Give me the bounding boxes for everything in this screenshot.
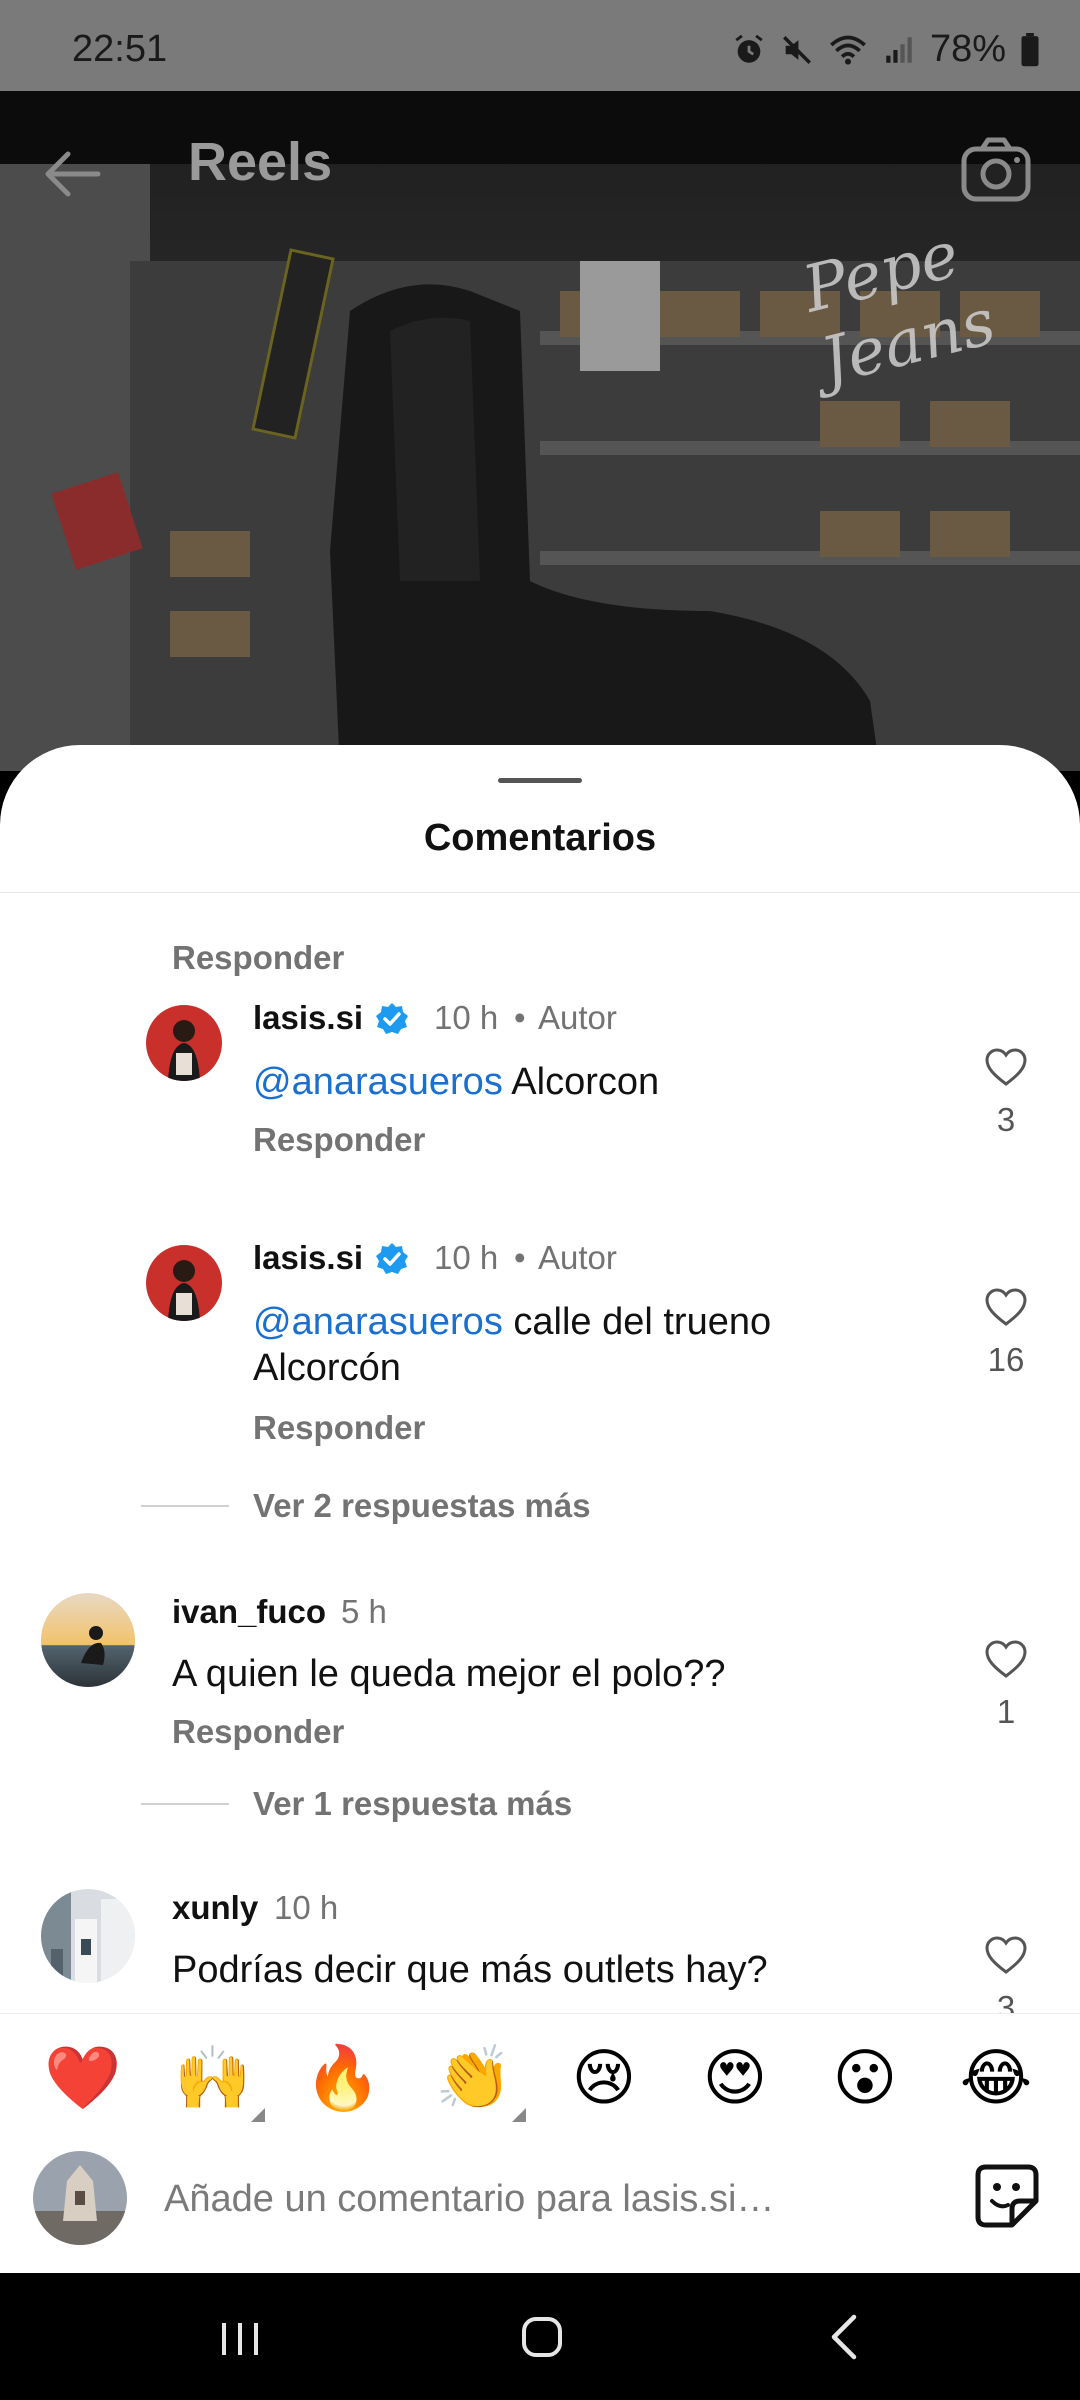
mention-link[interactable]: @anarasueros — [253, 1301, 503, 1343]
like-count: 3 — [996, 1101, 1016, 1138]
clapping-hands-emoji-glyph: 👏 — [435, 2041, 513, 2114]
back-nav-icon[interactable] — [806, 2305, 886, 2369]
fire-emoji[interactable]: 🔥 — [303, 2038, 383, 2118]
reels-header: Reels — [0, 91, 1080, 241]
heart-icon[interactable] — [984, 1287, 1028, 1327]
recent-apps-icon[interactable] — [200, 2305, 280, 2369]
page-title: Reels — [188, 132, 333, 192]
heart-icon[interactable] — [984, 1639, 1028, 1679]
comment-time: 10 h — [434, 1239, 499, 1276]
system-nav-bar — [0, 2273, 1080, 2400]
red-heart-emoji[interactable]: ❤️ — [43, 2038, 123, 2118]
meta-dot: • — [514, 1239, 526, 1276]
heart-icon[interactable] — [984, 1935, 1028, 1975]
comment-username[interactable]: ivan_fuco — [172, 1593, 326, 1631]
skin-tone-indicator-icon — [512, 2108, 526, 2122]
camera-icon[interactable] — [956, 131, 1036, 211]
comment-username[interactable]: lasis.si — [253, 1239, 363, 1277]
store-pillar — [0, 164, 150, 771]
comment-text: A quien le queda mejor el polo?? — [172, 1653, 726, 1695]
thread-line — [141, 1505, 229, 1507]
comment-time: 10 h — [274, 1889, 339, 1926]
quick-reactions-bar: ❤️ 🙌 🔥 👏 😢 😍 😮 😂 — [0, 2013, 1080, 2144]
raising-hands-emoji[interactable]: 🙌 — [173, 2038, 265, 2122]
reply-button[interactable]: Responder — [172, 939, 344, 977]
signal-icon — [886, 36, 912, 63]
avatar[interactable] — [41, 1889, 135, 1983]
meta-dot: • — [514, 999, 526, 1036]
sticker-icon[interactable] — [972, 2161, 1042, 2231]
comment-body: Alcorcon — [502, 1061, 660, 1103]
alarm-icon — [735, 34, 763, 63]
back-arrow-icon[interactable] — [38, 139, 108, 209]
mention-link[interactable]: @anarasueros — [253, 1061, 503, 1103]
comment-input[interactable] — [164, 2169, 814, 2229]
skin-tone-indicator-icon — [251, 2108, 265, 2122]
comment-username[interactable]: lasis.si — [253, 999, 363, 1037]
author-label: Autor — [538, 999, 617, 1036]
drag-handle[interactable] — [498, 778, 582, 783]
view-more-replies[interactable]: Ver 1 respuesta más — [253, 1785, 572, 1823]
thread-line — [141, 1803, 229, 1805]
clapping-hands-emoji[interactable]: 👏 — [434, 2038, 526, 2122]
avatar[interactable] — [41, 1593, 135, 1687]
status-bar: 22:51 78% — [0, 0, 1080, 91]
status-icons: 78% — [732, 28, 1040, 71]
like-count: 16 — [987, 1341, 1025, 1378]
home-icon[interactable] — [502, 2305, 582, 2369]
surprised-face-emoji[interactable]: 😮 — [825, 2038, 905, 2118]
avatar[interactable] — [146, 1245, 222, 1321]
like-count: 1 — [996, 1693, 1016, 1730]
shoe-box — [170, 611, 250, 657]
status-time: 22:51 — [72, 28, 168, 70]
shoe-box — [170, 531, 250, 577]
comment-composer — [0, 2143, 1080, 2273]
reply-button[interactable]: Responder — [253, 1121, 425, 1159]
raising-hands-emoji-glyph: 🙌 — [174, 2041, 252, 2114]
comment-username[interactable]: xunly — [172, 1889, 258, 1927]
reply-button[interactable]: Responder — [172, 1713, 344, 1751]
comment-text: Podrías decir que más outlets hay? — [172, 1949, 768, 1991]
view-more-replies[interactable]: Ver 2 respuestas más — [253, 1487, 591, 1525]
mute-icon — [782, 35, 811, 64]
wifi-icon — [830, 35, 866, 65]
comment-time: 10 h — [434, 999, 499, 1036]
reply-button[interactable]: Responder — [253, 1409, 425, 1447]
verified-badge-icon — [376, 1003, 408, 1034]
crying-face-emoji[interactable]: 😢 — [564, 2038, 644, 2118]
my-avatar — [33, 2151, 127, 2245]
comment-text: @anarasueros calle del trueno Alcorcón — [253, 1299, 853, 1391]
battery-level: 78% — [929, 28, 1006, 70]
comment-text: @anarasueros Alcorcon — [253, 1059, 853, 1105]
tears-of-joy-emoji[interactable]: 😂 — [956, 2038, 1036, 2118]
sheet-title: Comentarios — [423, 817, 657, 859]
comments-list[interactable]: Responder lasis.si 10 h • Autor @anarasu… — [0, 893, 1080, 2161]
shoe-box — [930, 511, 1010, 557]
heart-eyes-emoji[interactable]: 😍 — [695, 2038, 775, 2118]
shoe-box — [930, 401, 1010, 447]
comment-time: 5 h — [341, 1593, 387, 1630]
verified-badge-icon — [376, 1243, 408, 1274]
boot-image — [330, 284, 880, 771]
avatar[interactable] — [146, 1005, 222, 1081]
author-label: Autor — [538, 1239, 617, 1276]
heart-icon[interactable] — [984, 1047, 1028, 1087]
battery-icon — [1021, 32, 1039, 66]
